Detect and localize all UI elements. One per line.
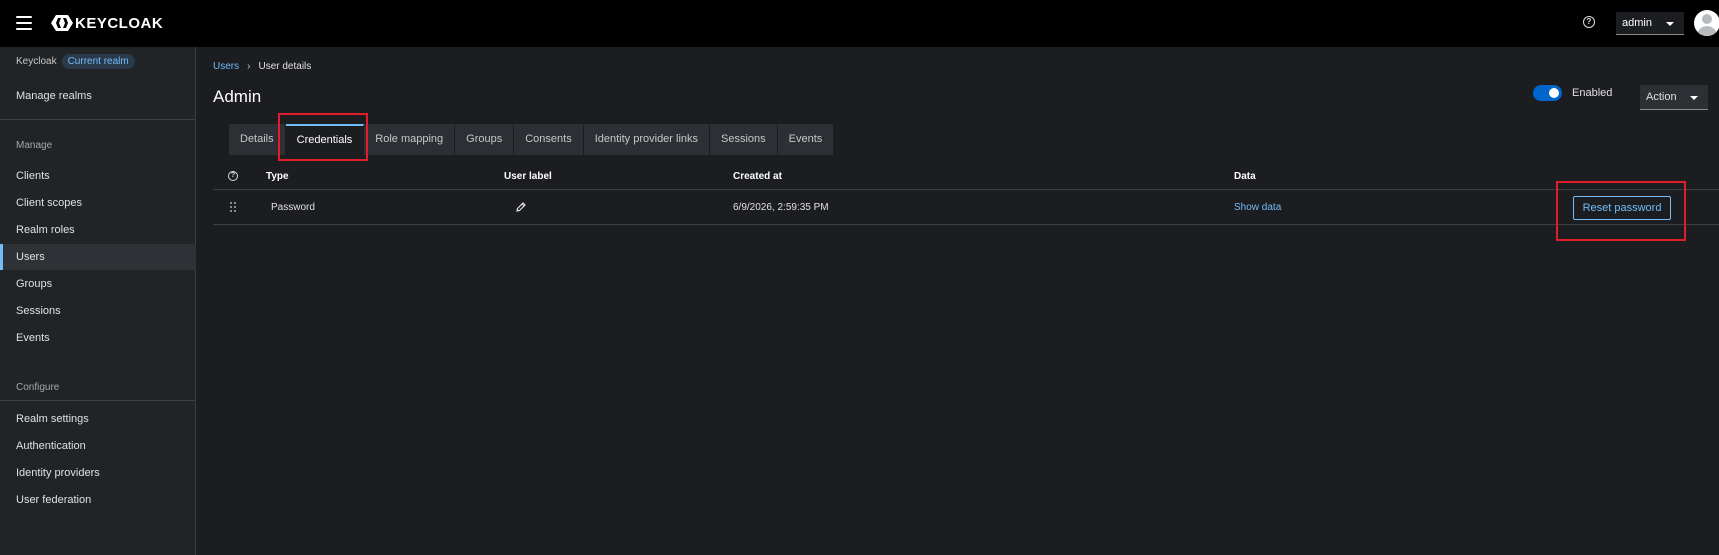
highlight-box-reset-password <box>1556 181 1686 241</box>
sidebar-item-manage-realms[interactable]: Manage realms <box>0 83 196 109</box>
keycloak-logo[interactable]: KEYCLOAK <box>51 13 163 33</box>
sidebar-item-sessions[interactable]: Sessions <box>0 298 196 324</box>
user-menu-label: admin <box>1622 17 1652 29</box>
tab-consents[interactable]: Consents <box>514 124 584 155</box>
hamburger-menu-icon[interactable] <box>16 16 32 30</box>
credentials-table-header: ? Type User label Created at Data <box>213 168 1719 190</box>
sidebar-item-client-scopes[interactable]: Client scopes <box>0 190 196 216</box>
sidebar-item-users[interactable]: Users <box>0 244 196 270</box>
current-realm-badge: Current realm <box>61 54 135 69</box>
caret-down-icon <box>1666 22 1674 26</box>
column-header-created-at: Created at <box>733 171 782 182</box>
realm-name: Keycloak <box>16 56 57 67</box>
tab-role-mapping[interactable]: Role mapping <box>364 124 456 155</box>
toggle-knob <box>1549 88 1559 98</box>
sidebar-item-realm-settings[interactable]: Realm settings <box>0 406 196 432</box>
sidebar-item-user-federation[interactable]: User federation <box>0 487 196 513</box>
sidebar-item-groups[interactable]: Groups <box>0 271 196 297</box>
sidebar-item-realm-roles[interactable]: Realm roles <box>0 217 196 243</box>
nav-section-configure: Configure <box>16 382 60 393</box>
sidebar-item-identity-providers[interactable]: Identity providers <box>0 460 196 486</box>
tab-sessions[interactable]: Sessions <box>710 124 778 155</box>
column-header-user-label: User label <box>504 171 552 182</box>
highlight-box-credentials <box>278 113 368 161</box>
divider <box>0 400 196 401</box>
drag-handle-icon[interactable] <box>230 202 238 213</box>
user-menu-dropdown[interactable]: admin <box>1616 12 1684 35</box>
logo-text: KEYCLOAK <box>75 14 164 32</box>
credential-created-at: 6/9/2026, 2:59:35 PM <box>733 202 829 213</box>
avatar[interactable] <box>1694 10 1719 36</box>
realm-selector[interactable]: Keycloak Current realm <box>16 54 135 69</box>
enabled-toggle[interactable] <box>1533 85 1562 101</box>
tab-events[interactable]: Events <box>777 124 835 155</box>
page-title: Admin <box>213 87 262 106</box>
action-dropdown[interactable]: Action <box>1640 85 1708 110</box>
sidebar-item-events[interactable]: Events <box>0 325 196 351</box>
breadcrumb: Users › User details <box>213 61 311 72</box>
divider <box>0 119 196 120</box>
breadcrumb-users-link[interactable]: Users <box>213 61 239 72</box>
nav-section-manage: Manage <box>16 140 53 151</box>
action-label: Action <box>1646 91 1677 103</box>
enabled-label: Enabled <box>1572 87 1613 99</box>
column-header-data: Data <box>1234 171 1256 182</box>
tab-identity-provider-links[interactable]: Identity provider links <box>583 124 711 155</box>
column-header-type: Type <box>266 171 289 182</box>
table-row: Password 6/9/2026, 2:59:35 PM Show data … <box>213 189 1719 225</box>
caret-down-icon <box>1690 96 1698 100</box>
breadcrumb-current: User details <box>258 61 312 72</box>
tab-groups[interactable]: Groups <box>455 124 515 155</box>
help-icon[interactable]: ? <box>228 171 238 181</box>
sidebar: Keycloak Current realm Manage realms Man… <box>0 47 196 555</box>
sidebar-item-clients[interactable]: Clients <box>0 163 196 189</box>
credential-type: Password <box>271 202 315 213</box>
help-icon[interactable]: ? <box>1583 16 1595 28</box>
chevron-right-icon: › <box>247 61 251 72</box>
sidebar-item-authentication[interactable]: Authentication <box>0 433 196 459</box>
pencil-edit-icon[interactable] <box>515 201 527 213</box>
masthead: KEYCLOAK ? admin <box>0 0 1719 47</box>
keycloak-logo-icon <box>51 15 73 31</box>
show-data-link[interactable]: Show data <box>1234 202 1281 213</box>
